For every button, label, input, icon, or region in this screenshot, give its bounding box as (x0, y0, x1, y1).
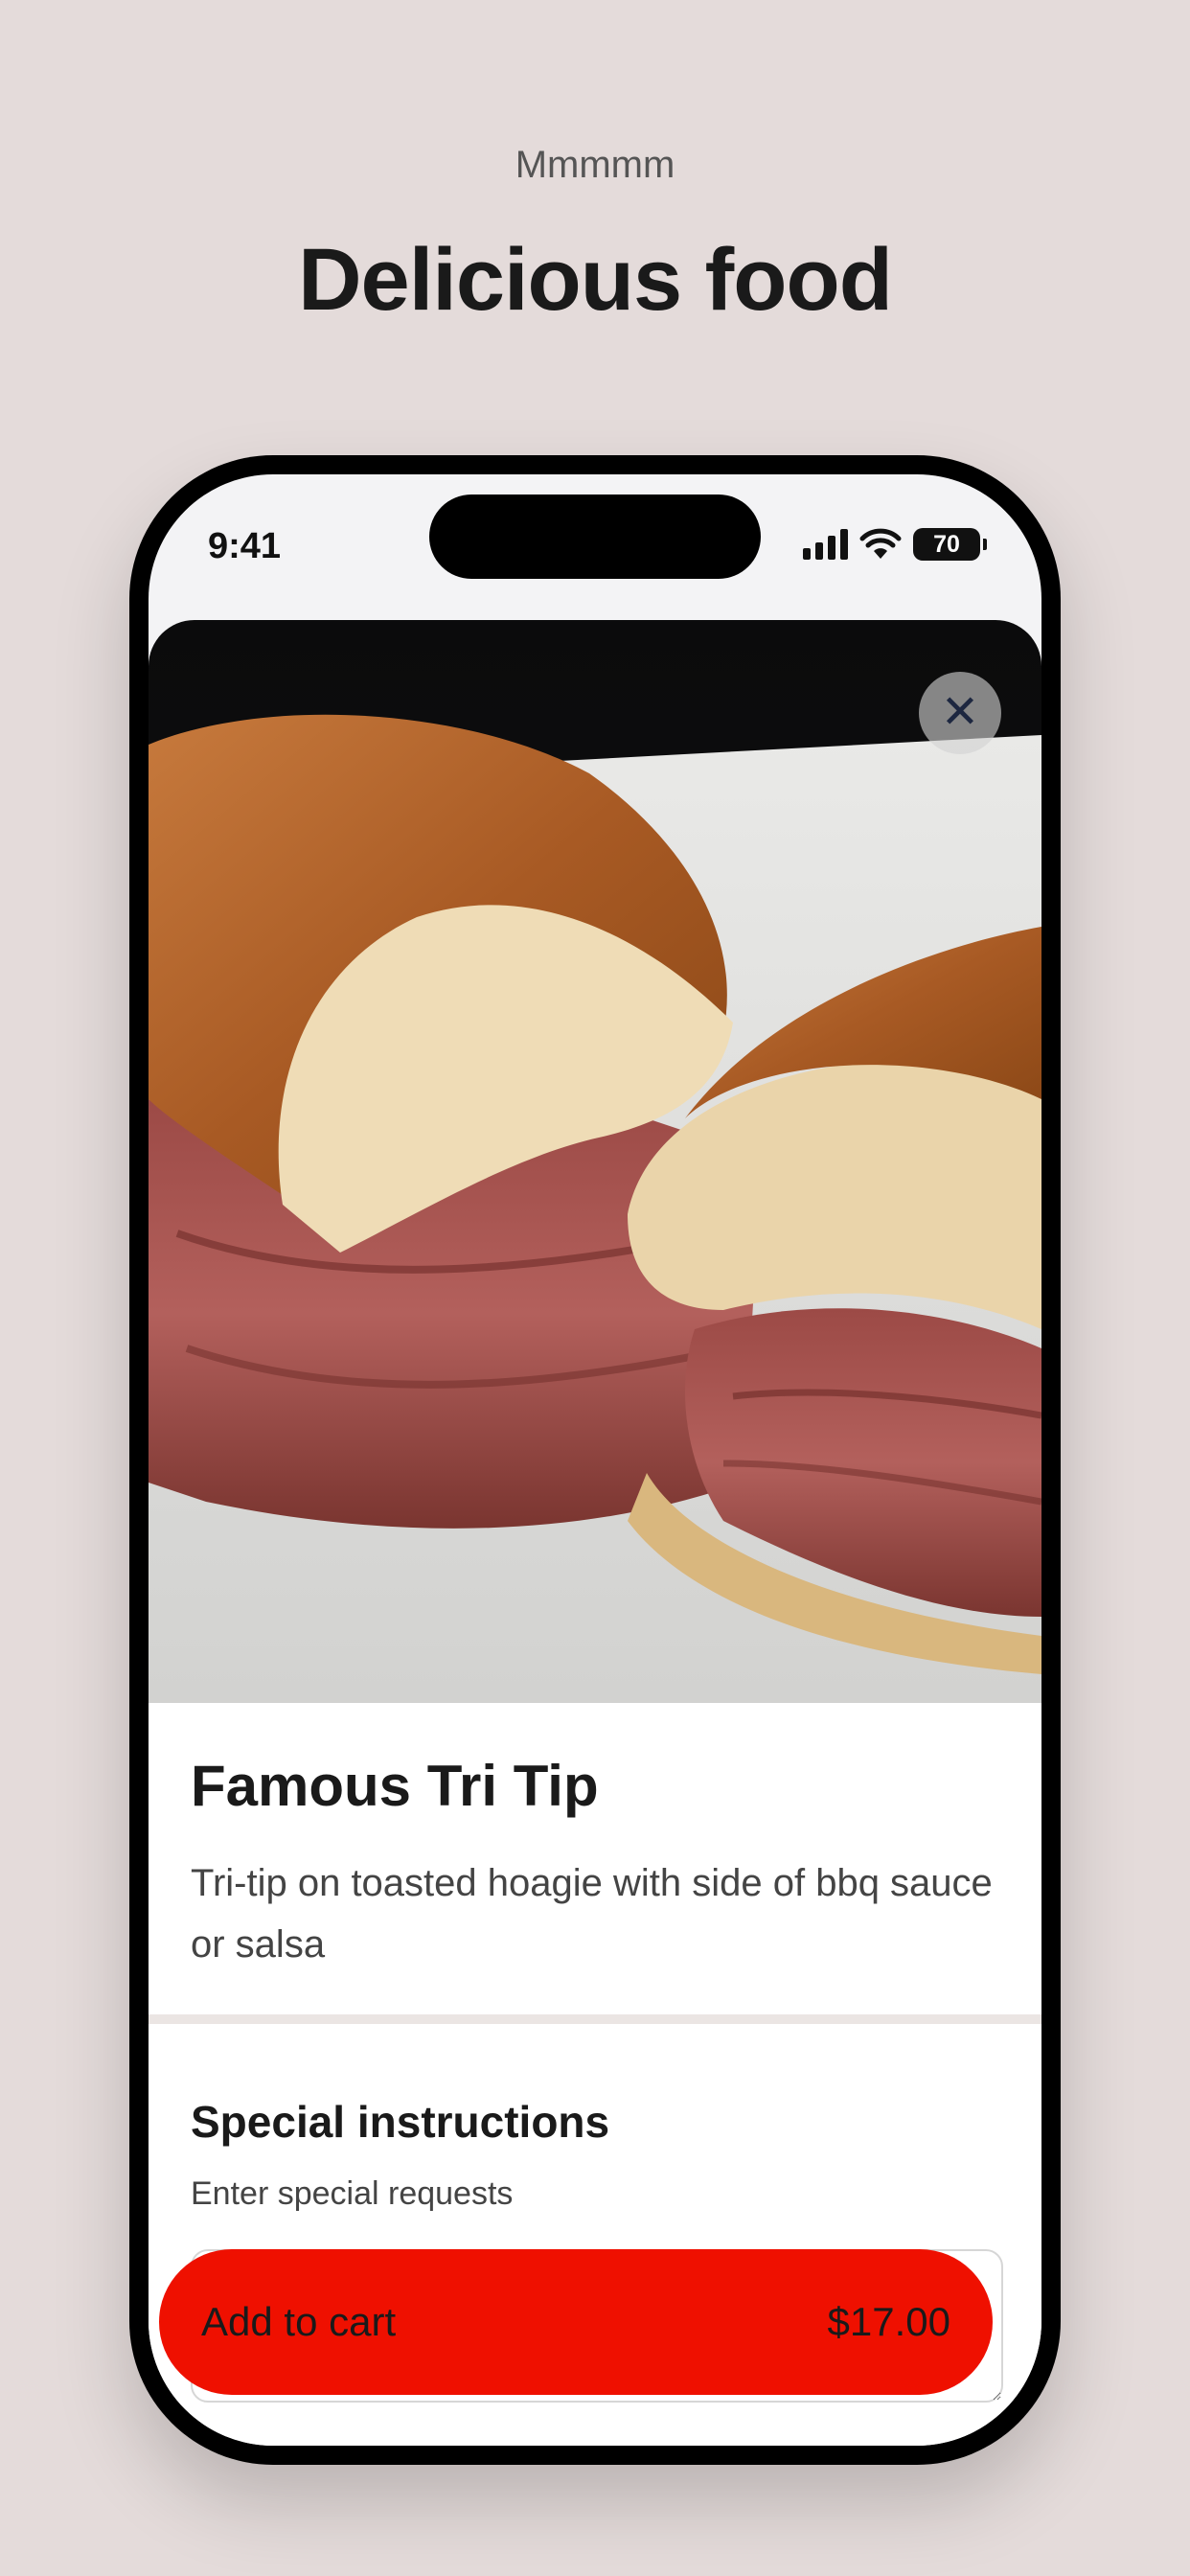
promo-kicker: Mmmmm (515, 144, 675, 186)
phone-screen: 9:41 70 ✕ Famous Tri Tip Tri-tip on toas… (149, 474, 1041, 2446)
battery-icon: 70 (913, 528, 987, 561)
product-sheet: ✕ Famous Tri Tip Tri-tip on toasted hoag… (149, 620, 1041, 2446)
dynamic-island (429, 494, 761, 579)
phone-frame: 9:41 70 ✕ Famous Tri Tip Tri-tip on toas… (129, 455, 1061, 2465)
close-icon: ✕ (940, 687, 980, 738)
close-button[interactable]: ✕ (919, 672, 1001, 754)
product-title: Famous Tri Tip (191, 1754, 599, 1818)
add-to-cart-button[interactable]: Add to cart $17.00 (159, 2249, 993, 2395)
promo-title: Delicious food (298, 231, 893, 329)
add-to-cart-label: Add to cart (201, 2299, 397, 2344)
status-icons: 70 (803, 528, 987, 561)
wifi-icon (859, 528, 902, 559)
product-description: Tri-tip on toasted hoagie with side of b… (191, 1862, 993, 1966)
special-instructions-subtitle: Enter special requests (191, 2175, 514, 2212)
status-bar: 9:41 70 (149, 474, 1041, 618)
cart-price: $17.00 (827, 2299, 950, 2344)
section-divider (149, 2014, 1041, 2024)
special-instructions-title: Special instructions (191, 2097, 610, 2147)
status-time: 9:41 (208, 526, 282, 566)
signal-icon (803, 529, 848, 560)
product-photo: ✕ (149, 620, 1041, 1703)
sandwich-photo (149, 620, 1041, 1703)
